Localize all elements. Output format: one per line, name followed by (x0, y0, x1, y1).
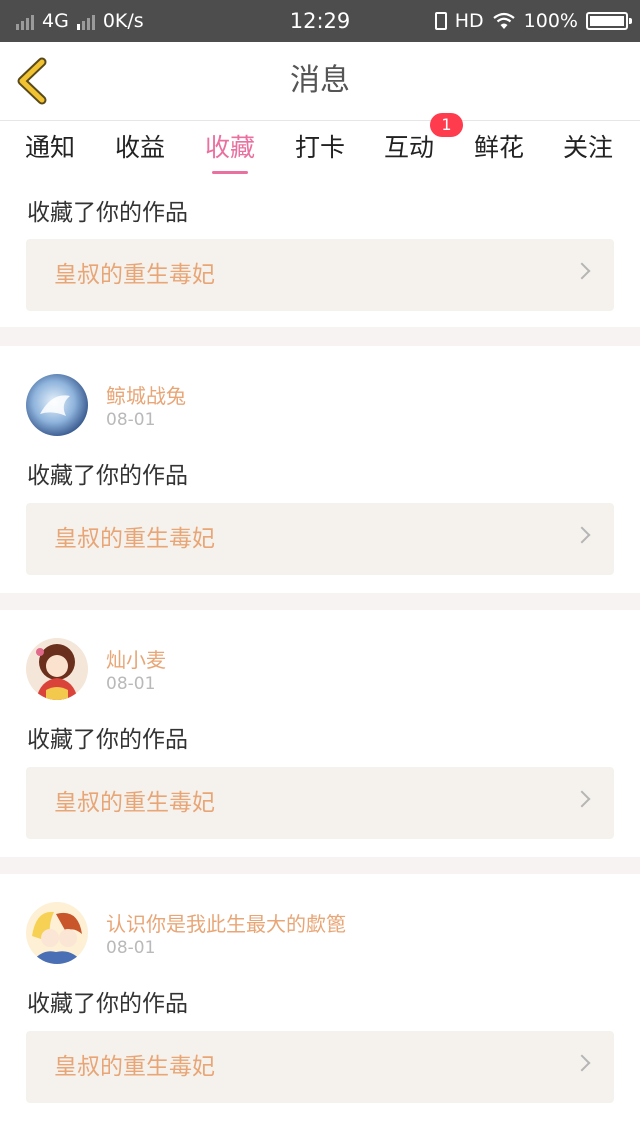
avatar-image (26, 374, 88, 436)
work-link[interactable]: 皇叔的重生毒妃 (26, 767, 614, 839)
tab-label: 打卡 (294, 133, 345, 162)
vibrate-icon (434, 12, 447, 30)
status-bar: 4G 0K/s 12:29 HD 100% (0, 0, 640, 42)
active-tab-indicator (212, 171, 248, 174)
avatar-image (26, 638, 88, 700)
tab-follow[interactable]: 关注 (553, 121, 623, 181)
action-text: 收藏了你的作品 (27, 463, 188, 489)
chevron-right-icon (573, 790, 591, 808)
avatar-image (26, 902, 88, 964)
list-item: 鲸城战兔 08-01 收藏了你的作品 皇叔的重生毒妃 (0, 346, 640, 593)
list-item: 灿小麦 08-01 收藏了你的作品 皇叔的重生毒妃 (0, 610, 640, 857)
work-link[interactable]: 皇叔的重生毒妃 (26, 239, 614, 311)
tab-notifications[interactable]: 通知 (15, 121, 85, 181)
back-button[interactable] (14, 56, 54, 106)
work-title: 皇叔的重生毒妃 (54, 262, 215, 288)
tab-label: 通知 (24, 133, 75, 162)
action-text: 收藏了你的作品 (27, 991, 188, 1017)
tab-checkin[interactable]: 打卡 (285, 121, 355, 181)
work-link[interactable]: 皇叔的重生毒妃 (26, 503, 614, 575)
work-title: 皇叔的重生毒妃 (54, 790, 215, 816)
date: 08-01 (106, 674, 156, 694)
tab-earnings[interactable]: 收益 (105, 121, 175, 181)
tab-flowers[interactable]: 鲜花 (464, 121, 534, 181)
tab-bar: 通知 收益 收藏 打卡 互动 鲜花 关注 (0, 121, 640, 181)
tab-label: 收益 (114, 133, 165, 162)
wifi-icon (492, 12, 515, 29)
tab-label: 互动 (383, 133, 434, 162)
username[interactable]: 鲸城战兔 (106, 380, 186, 409)
avatar[interactable] (26, 902, 88, 964)
tab-label: 鲜花 (473, 133, 524, 162)
chevron-right-icon (573, 526, 591, 544)
nav-bar: 消息 (0, 42, 640, 121)
tab-label: 关注 (562, 133, 613, 162)
hd-indicator: HD (454, 10, 484, 32)
list-item: 认识你是我此生最大的歔篦 08-01 收藏了你的作品 皇叔的重生毒妃 (0, 874, 640, 1138)
work-title: 皇叔的重生毒妃 (54, 1054, 215, 1080)
username[interactable]: 灿小麦 (106, 644, 166, 673)
tab-favorites[interactable]: 收藏 (195, 121, 265, 181)
chevron-right-icon (573, 262, 591, 280)
action-text: 收藏了你的作品 (27, 727, 188, 753)
list-item: 收藏了你的作品 皇叔的重生毒妃 (0, 181, 640, 327)
favorites-feed: 收藏了你的作品 皇叔的重生毒妃 鲸城战兔 08-01 收藏了你的作品 皇叔的重生… (0, 181, 640, 1138)
username[interactable]: 认识你是我此生最大的歔篦 (106, 908, 346, 937)
work-title: 皇叔的重生毒妃 (54, 526, 215, 552)
unread-badge: 1 (430, 113, 463, 137)
page-title: 消息 (290, 63, 350, 98)
status-right: HD 100% (434, 0, 632, 42)
avatar[interactable] (26, 374, 88, 436)
battery-percent: 100% (523, 10, 578, 32)
date: 08-01 (106, 410, 156, 430)
battery-icon (586, 12, 632, 30)
chevron-right-icon (573, 1054, 591, 1072)
action-text: 收藏了你的作品 (27, 200, 188, 226)
tab-label: 收藏 (204, 133, 255, 162)
avatar[interactable] (26, 638, 88, 700)
work-link[interactable]: 皇叔的重生毒妃 (26, 1031, 614, 1103)
date: 08-01 (106, 938, 156, 958)
chevron-left-icon (17, 57, 47, 105)
